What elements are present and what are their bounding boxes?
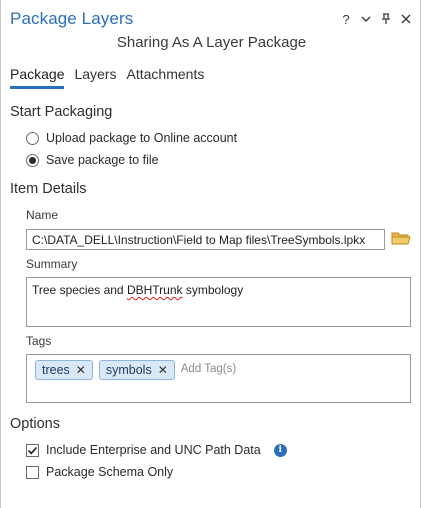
summary-text-start: Tree species and: [32, 283, 127, 297]
summary-field[interactable]: Tree species and DBHTrunk symbology: [26, 277, 411, 327]
tag-chip-symbols: symbols ✕: [98, 360, 175, 380]
package-schema-label: Package Schema Only: [46, 465, 174, 479]
summary-text-end: symbology: [182, 283, 244, 297]
tab-layers[interactable]: Layers: [74, 66, 116, 89]
include-enterprise-checkbox[interactable]: [26, 443, 39, 457]
upload-online-label: Upload package to Online account: [46, 131, 238, 145]
pane-title: Package Layers: [10, 9, 134, 28]
include-enterprise-row[interactable]: Include Enterprise and UNC Path Data i: [26, 443, 287, 457]
summary-label: Summary: [26, 257, 78, 271]
info-icon[interactable]: i: [273, 443, 287, 457]
tag-chip-label: symbols: [105, 363, 152, 377]
tag-chip-trees: trees ✕: [35, 360, 93, 380]
save-to-file-label: Save package to file: [46, 153, 159, 167]
pane-subtitle: Sharing As A Layer Package: [116, 34, 307, 51]
save-to-file-radio-row[interactable]: Save package to file: [26, 153, 159, 167]
tab-attachments[interactable]: Attachments: [127, 66, 205, 89]
add-tag-input[interactable]: Add Tag(s): [181, 363, 236, 375]
upload-online-radio-row[interactable]: Upload package to Online account: [26, 131, 237, 145]
item-details-heading: Item Details: [10, 181, 87, 197]
package-schema-checkbox[interactable]: [26, 465, 39, 479]
include-enterprise-label: Include Enterprise and UNC Path Data: [46, 443, 261, 457]
remove-tag-icon[interactable]: ✕: [158, 363, 168, 377]
help-icon[interactable]: ?: [340, 11, 352, 27]
start-packaging-heading: Start Packaging: [10, 104, 113, 120]
upload-online-radio[interactable]: [26, 131, 39, 145]
summary-misspelled-word: DBHTrunk: [126, 283, 183, 297]
remove-tag-icon[interactable]: ✕: [76, 363, 86, 377]
options-heading: Options: [10, 416, 60, 432]
name-field[interactable]: C:\DATA_DELL\Instruction\Field to Map fi…: [26, 229, 385, 250]
package-layers-pane: Package Layers ? Sharing As A Layer Pack…: [0, 0, 421, 508]
tab-package[interactable]: Package: [10, 66, 65, 89]
tag-chip-label: trees: [42, 363, 70, 377]
chevron-down-icon[interactable]: [360, 11, 372, 27]
tags-field[interactable]: trees ✕ symbols ✕ Add Tag(s): [26, 354, 411, 403]
save-to-file-radio[interactable]: [26, 153, 39, 167]
package-schema-row[interactable]: Package Schema Only: [26, 465, 173, 479]
tab-bar: Package Layers Attachments: [10, 66, 204, 89]
close-icon[interactable]: [400, 11, 412, 27]
name-label: Name: [26, 208, 59, 222]
tags-label: Tags: [26, 334, 52, 348]
browse-folder-icon[interactable]: [391, 230, 411, 248]
window-controls: ?: [340, 10, 412, 28]
pin-icon[interactable]: [380, 11, 392, 27]
